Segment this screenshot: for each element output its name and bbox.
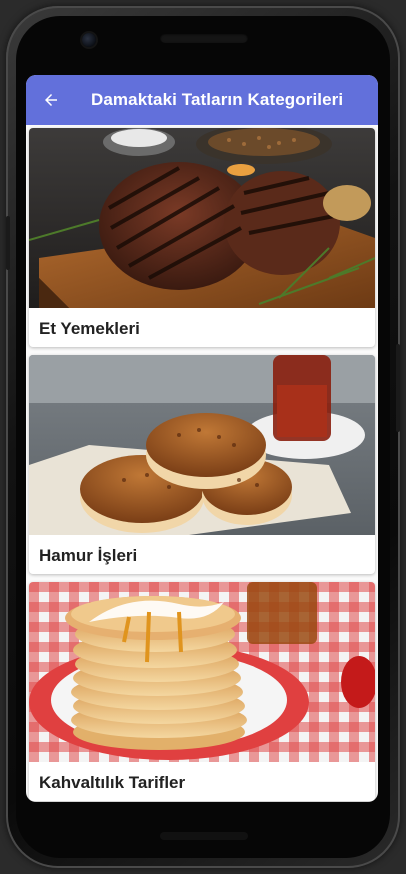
category-title: Et Yemekleri — [39, 319, 140, 338]
category-card-hamur-isleri[interactable]: Hamur İşleri — [29, 355, 375, 574]
pancake-stack-image — [29, 582, 375, 762]
front-camera-icon — [82, 33, 96, 47]
category-list: Et Yemekleri Hamur İşleri Kahvaltılık Ta… — [26, 125, 378, 801]
page-title: Damaktaki Tatların Kategorileri — [91, 90, 344, 109]
app-bar: Damaktaki Tatların Kategorileri — [26, 75, 378, 125]
grilled-steak-image — [29, 128, 375, 308]
power-button — [396, 344, 400, 432]
volume-button — [6, 216, 10, 270]
category-title: Kahvaltılık Tarifler — [39, 773, 186, 792]
back-button[interactable] — [40, 89, 62, 111]
earpiece-speaker — [160, 33, 248, 43]
category-card-kahvaltilik-tarifler[interactable]: Kahvaltılık Tarifler — [29, 582, 375, 801]
bottom-speaker — [160, 832, 248, 840]
category-title: Hamur İşleri — [39, 546, 138, 565]
app-screen: Damaktaki Tatların Kategorileri Et Yemek… — [26, 75, 378, 802]
category-card-et-yemekleri[interactable]: Et Yemekleri — [29, 128, 375, 347]
pastry-buns-image — [29, 355, 375, 535]
arrow-left-icon — [45, 94, 57, 106]
